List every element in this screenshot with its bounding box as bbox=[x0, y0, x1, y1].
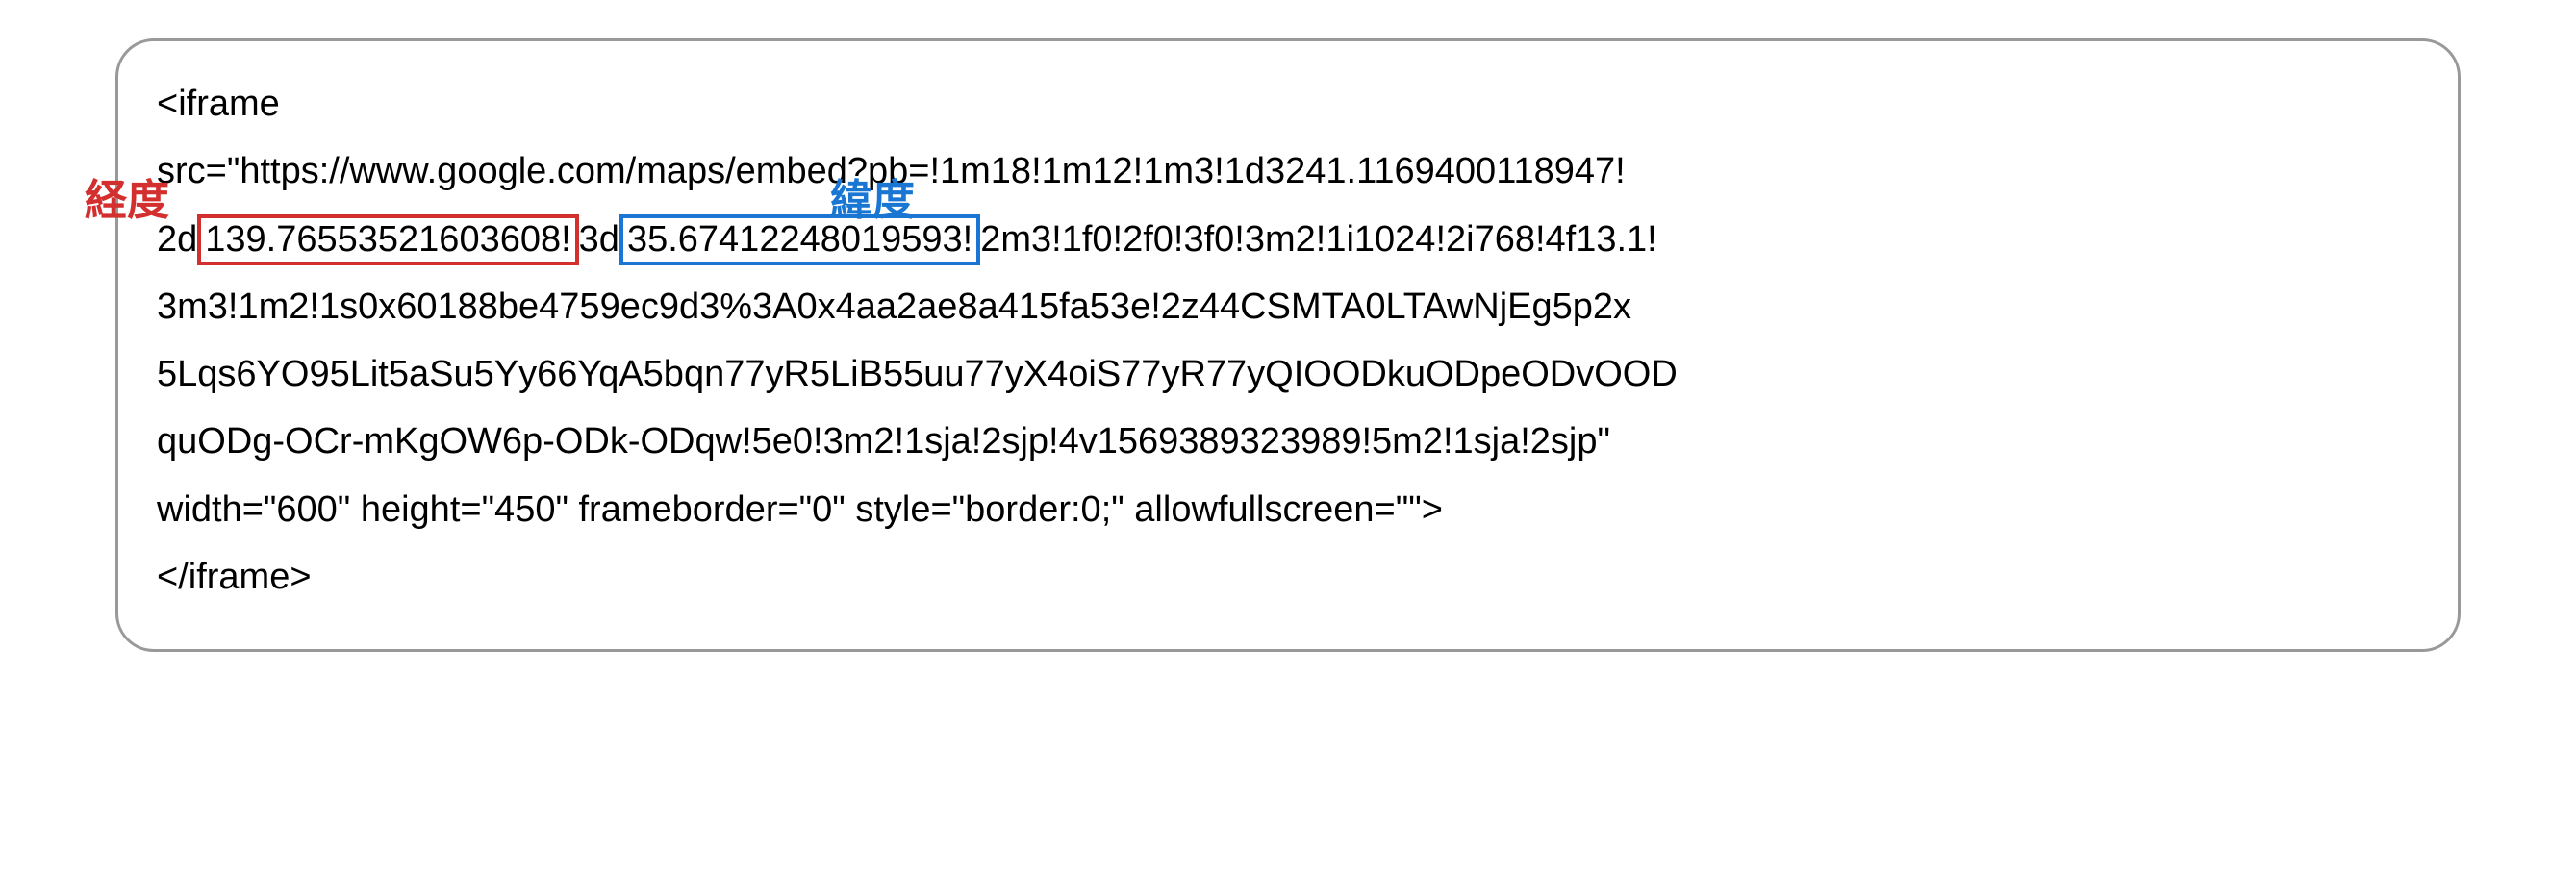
code-line-4: 3m3!1m2!1s0x60188be4759ec9d3%3A0x4aa2ae8… bbox=[157, 273, 2419, 340]
code-snippet-box: 経度 緯度 <iframe src="https://www.google.co… bbox=[115, 38, 2461, 652]
code-text: </iframe> bbox=[157, 557, 312, 597]
longitude-highlight: 139.76553521603608! bbox=[197, 214, 578, 266]
longitude-label: 経度 bbox=[85, 162, 169, 239]
code-text: 3m3!1m2!1s0x60188be4759ec9d3%3A0x4aa2ae8… bbox=[157, 287, 1631, 327]
code-text: 3d bbox=[579, 219, 619, 260]
latitude-label: 緯度 bbox=[830, 162, 915, 239]
code-text: <iframe bbox=[157, 84, 280, 124]
code-text: 2m3!1f0!2f0!3f0!3m2!1i1024!2i768!4f13.1! bbox=[980, 219, 1657, 260]
code-text: 5Lqs6YO95Lit5aSu5Yy66YqA5bqn77yR5LiB55uu… bbox=[157, 354, 1678, 394]
latitude-value: 35.67412248019593! bbox=[627, 219, 972, 260]
code-text: width="600" height="450" frameborder="0"… bbox=[157, 489, 1443, 530]
longitude-value: 139.76553521603608! bbox=[205, 219, 570, 260]
latitude-highlight: 35.67412248019593! bbox=[619, 214, 980, 266]
code-text: quODg-OCr-mKgOW6p-ODk-ODqw!5e0!3m2!1sja!… bbox=[157, 421, 1610, 462]
code-line-1: <iframe bbox=[157, 70, 2419, 138]
code-content: 経度 緯度 <iframe src="https://www.google.co… bbox=[157, 70, 2419, 611]
code-line-8: </iframe> bbox=[157, 543, 2419, 611]
code-line-2: src="https://www.google.com/maps/embed?p… bbox=[157, 138, 2419, 205]
code-line-3: 2d139.76553521603608!3d35.67412248019593… bbox=[157, 206, 2419, 273]
code-line-5: 5Lqs6YO95Lit5aSu5Yy66YqA5bqn77yR5LiB55uu… bbox=[157, 340, 2419, 408]
code-line-7: width="600" height="450" frameborder="0"… bbox=[157, 476, 2419, 543]
code-line-6: quODg-OCr-mKgOW6p-ODk-ODqw!5e0!3m2!1sja!… bbox=[157, 408, 2419, 475]
